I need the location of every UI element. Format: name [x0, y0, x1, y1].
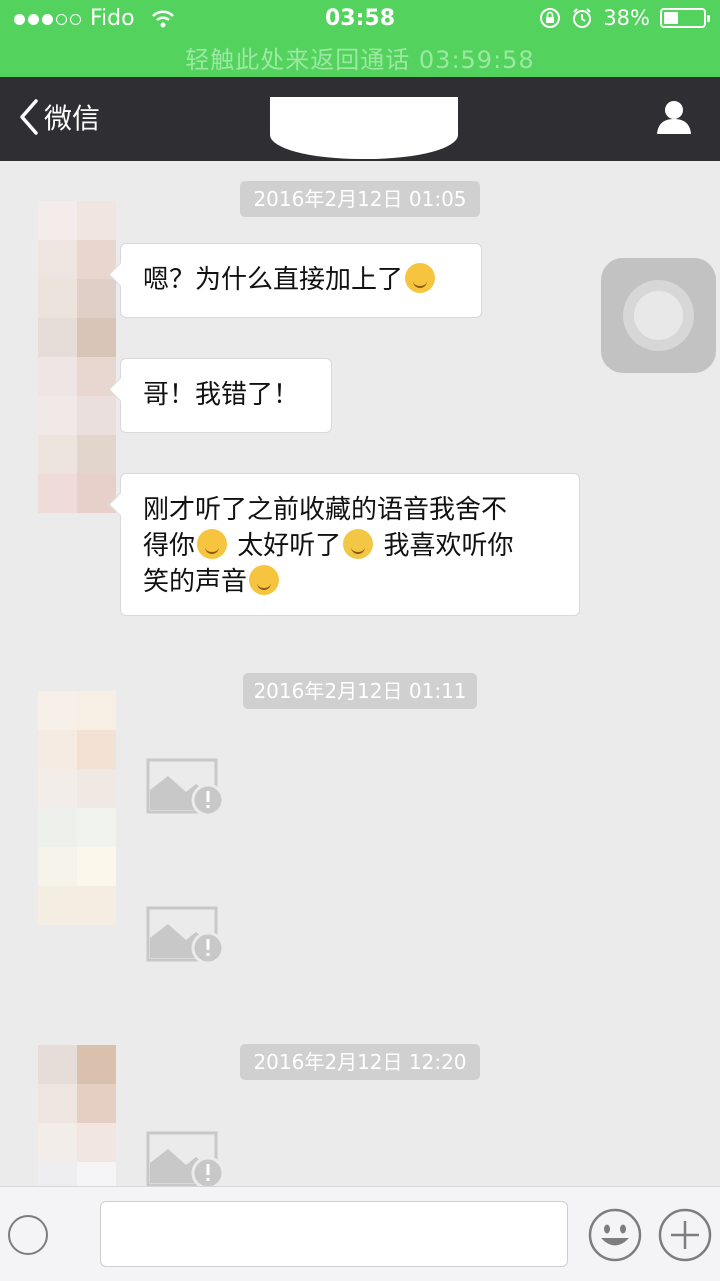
- contact-avatar[interactable]: [38, 201, 116, 531]
- assistive-touch-center: [634, 291, 683, 340]
- return-to-call-banner[interactable]: 轻触此处来返回通话 03:59:58: [0, 40, 720, 75]
- message-timestamp: 2016年2月12日 01:11: [243, 673, 477, 709]
- assistive-touch-button[interactable]: [601, 258, 716, 373]
- message-text-segment: 笑的声音: [143, 567, 248, 597]
- emoji-button[interactable]: [587, 1207, 643, 1263]
- chat-info-button[interactable]: [656, 99, 692, 139]
- call-status-bar[interactable]: Fido 03:58 38% 轻触此处来返回通话 03:59:58: [0, 0, 720, 77]
- image-failed-icon[interactable]: [146, 1131, 226, 1193]
- image-failed-icon[interactable]: [146, 906, 226, 968]
- message-text: 哥！我错了！: [143, 380, 300, 410]
- battery-percentage: 38%: [603, 6, 650, 30]
- chevron-left-icon: [20, 99, 38, 135]
- message-timestamp: 2016年2月12日 12:20: [240, 1044, 480, 1080]
- person-icon: [657, 101, 691, 134]
- message-text: 嗯？为什么直接加上了: [143, 265, 404, 295]
- alarm-icon: [573, 8, 592, 28]
- contact-avatar[interactable]: [38, 1045, 116, 1186]
- chat-navigation-bar: 微信: [0, 77, 720, 161]
- contact-avatar[interactable]: [38, 691, 116, 931]
- more-actions-plus-button[interactable]: [657, 1207, 713, 1263]
- image-failed-icon[interactable]: [146, 758, 226, 820]
- dizzy-face-emoji: [405, 263, 436, 293]
- contact-name-redacted: [270, 97, 458, 159]
- hugging-face-emoji: [249, 565, 280, 595]
- back-button-label: 微信: [44, 102, 101, 135]
- battery-icon: [660, 8, 710, 28]
- message-text-line: 刚才听了之前收藏的语音我舍不: [143, 495, 508, 525]
- message-input[interactable]: [100, 1201, 568, 1267]
- message-bubble[interactable]: 嗯？为什么直接加上了: [120, 243, 482, 318]
- message-timestamp: 2016年2月12日 01:05: [240, 181, 480, 217]
- message-bubble[interactable]: 刚才听了之前收藏的语音我舍不 得你 太好听了 我喜欢听你 笑的声音: [120, 473, 580, 616]
- crying-face-emoji: [343, 529, 374, 559]
- message-text-segment: 太好听了: [229, 531, 342, 561]
- message-text-segment: 我喜欢听你: [375, 531, 514, 561]
- message-text-segment: 得你: [143, 531, 196, 561]
- orientation-lock-icon: [540, 8, 561, 28]
- persevering-face-emoji: [197, 529, 228, 559]
- voice-input-button[interactable]: [8, 1215, 48, 1255]
- back-button[interactable]: 微信: [18, 97, 100, 137]
- chat-input-bar: [0, 1186, 720, 1281]
- message-bubble[interactable]: 哥！我错了！: [120, 358, 332, 433]
